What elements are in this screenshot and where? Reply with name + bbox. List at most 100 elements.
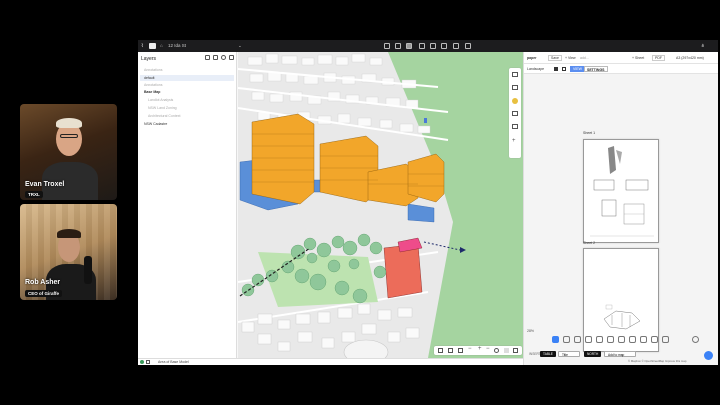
tab-settings[interactable]: SETTINGS bbox=[584, 66, 608, 72]
image-insert-icon[interactable] bbox=[640, 336, 647, 343]
project-avatar[interactable] bbox=[149, 43, 156, 49]
layers-title: Layers bbox=[141, 56, 157, 62]
paper-panel: paper Save + View add... + Sheet PDF A3 … bbox=[523, 52, 718, 365]
share-icon[interactable]: ⋔ bbox=[701, 43, 705, 49]
paper-draw-toolbar bbox=[552, 335, 702, 345]
3d-view-icon[interactable] bbox=[512, 72, 518, 77]
compass-view-icon[interactable] bbox=[512, 85, 518, 90]
add-sheet-button[interactable]: + Sheet bbox=[632, 56, 644, 60]
participant-name: Evan Troxel bbox=[25, 181, 65, 188]
note-icon[interactable] bbox=[629, 336, 636, 343]
frame-icon[interactable] bbox=[419, 43, 425, 49]
layers-toggle-icon[interactable] bbox=[146, 360, 150, 364]
status-dot-icon bbox=[140, 360, 144, 364]
participant-badge: TRXL bbox=[25, 191, 43, 198]
add-layer-icon[interactable] bbox=[205, 55, 210, 60]
text-icon[interactable] bbox=[618, 336, 625, 343]
chat-icon[interactable] bbox=[704, 351, 713, 360]
layer-item[interactable]: NSW Land Zoning bbox=[148, 105, 177, 111]
paper-insert-bar: INSERT TABLE Title NORTH Add to map bbox=[524, 350, 718, 360]
help-icon[interactable] bbox=[692, 336, 699, 343]
hand-icon[interactable] bbox=[563, 336, 570, 343]
add-view-button[interactable]: + View bbox=[565, 56, 576, 60]
line-icon[interactable] bbox=[585, 336, 592, 343]
layer-item[interactable]: Architectural Context bbox=[148, 113, 181, 119]
status-text: Area of Base Model bbox=[158, 360, 189, 364]
fullscreen-icon[interactable] bbox=[513, 348, 518, 353]
lightning-icon[interactable] bbox=[441, 43, 447, 49]
building-icon[interactable] bbox=[395, 43, 401, 49]
status-bar: Area of Base Model bbox=[138, 358, 523, 365]
view-input[interactable]: add... bbox=[580, 56, 589, 60]
paper-subheader: Landscape VIEW SETTINGS bbox=[524, 64, 718, 74]
tab-view[interactable]: VIEW bbox=[570, 66, 585, 72]
screen: Evan Troxel TRXL Rob Asher CEO of Giraff… bbox=[0, 0, 720, 405]
project-menu-icon[interactable]: ⌂ bbox=[160, 43, 163, 49]
layer-item[interactable]: default bbox=[144, 75, 155, 81]
microphone bbox=[84, 256, 92, 284]
pdf-button[interactable]: PDF bbox=[652, 55, 665, 61]
reset-view-icon[interactable]: − bbox=[486, 346, 490, 352]
hair bbox=[56, 118, 82, 128]
giraffe-logo-icon[interactable]: ⌇ bbox=[141, 43, 146, 49]
sun-icon[interactable] bbox=[512, 98, 518, 104]
search-icon[interactable] bbox=[221, 55, 226, 60]
more-tools-icon[interactable] bbox=[662, 336, 669, 343]
measure-icon[interactable] bbox=[430, 43, 436, 49]
2d-view-icon[interactable] bbox=[504, 348, 509, 353]
pencil-icon[interactable] bbox=[438, 348, 443, 353]
folder-icon[interactable] bbox=[229, 55, 234, 60]
sheet-label: Sheet 2 bbox=[583, 241, 596, 245]
ruler-icon[interactable] bbox=[512, 124, 518, 129]
save-button[interactable]: Save bbox=[548, 55, 562, 61]
plus-icon[interactable]: + bbox=[512, 138, 518, 144]
more-icon[interactable] bbox=[464, 43, 474, 49]
pen-icon[interactable] bbox=[574, 336, 581, 343]
insert-table-button[interactable]: TABLE bbox=[540, 351, 556, 357]
eraser-icon[interactable] bbox=[596, 336, 603, 343]
draw-icon[interactable] bbox=[384, 43, 390, 49]
map-attribution[interactable]: © Mapbox © OpenStreetMap Improve this ma… bbox=[628, 359, 686, 363]
layer-item[interactable]: Base Map bbox=[144, 89, 160, 95]
video-tile-rob: Rob Asher CEO of Giraffe bbox=[20, 204, 117, 300]
map-viewport[interactable] bbox=[238, 52, 523, 358]
color-swatch-icon[interactable] bbox=[554, 67, 558, 71]
map-bottom-toolbar: − + − bbox=[434, 346, 522, 355]
participant-name: Rob Asher bbox=[25, 279, 61, 286]
layout-icon[interactable] bbox=[406, 43, 412, 49]
chevron-down-icon[interactable]: ⌄ bbox=[238, 43, 242, 49]
edit-icon[interactable] bbox=[213, 55, 218, 60]
zoom-in-icon[interactable]: + bbox=[478, 346, 482, 352]
layer-item[interactable]: Landlot Analysis bbox=[148, 97, 173, 103]
project-name[interactable]: 12 Ida St bbox=[168, 43, 186, 49]
zoom-level: 28% bbox=[527, 329, 535, 333]
compass-icon[interactable] bbox=[453, 43, 459, 49]
map-dropdown[interactable]: Add to map bbox=[604, 351, 636, 357]
shape-icon[interactable] bbox=[448, 348, 453, 353]
page-size-select[interactable]: A3 (297x420 mm) bbox=[676, 56, 704, 60]
top-toolbar: ⌇ ⌂ 12 Ida St ⌄ ⋔ bbox=[138, 40, 718, 52]
paper-header: paper Save + View add... + Sheet PDF A3 … bbox=[524, 52, 718, 64]
frame-insert-icon[interactable] bbox=[651, 336, 658, 343]
giraffe-app: ⌇ ⌂ 12 Ida St ⌄ ⋔ Layers Annotations def… bbox=[138, 40, 718, 365]
title-dropdown[interactable]: Title bbox=[558, 351, 580, 357]
sheet-1[interactable] bbox=[583, 139, 659, 243]
layers-tools bbox=[205, 55, 234, 60]
zoom-out-icon[interactable]: − bbox=[468, 346, 472, 352]
image-icon[interactable] bbox=[458, 348, 463, 353]
participant-badge: CEO of Giraffe bbox=[25, 290, 63, 297]
map-view-controls: + bbox=[509, 68, 521, 158]
grid-toggle-icon[interactable] bbox=[562, 67, 566, 71]
layer-item[interactable]: Annotations bbox=[144, 82, 163, 88]
arrow-icon[interactable] bbox=[607, 336, 614, 343]
orientation-select[interactable]: Landscape bbox=[527, 67, 544, 71]
layer-item[interactable]: Annotations bbox=[144, 67, 163, 73]
terrain-icon[interactable] bbox=[512, 111, 518, 116]
select-icon[interactable] bbox=[552, 336, 559, 343]
layer-item[interactable]: NSW Cadastre bbox=[144, 121, 167, 127]
insert-north-button[interactable]: NORTH bbox=[584, 351, 602, 357]
locate-icon[interactable] bbox=[494, 348, 499, 353]
layers-panel: Layers Annotations default Annotations B… bbox=[138, 52, 237, 358]
paper-title: paper bbox=[527, 56, 537, 60]
sheet-label: Sheet 1 bbox=[583, 131, 596, 135]
